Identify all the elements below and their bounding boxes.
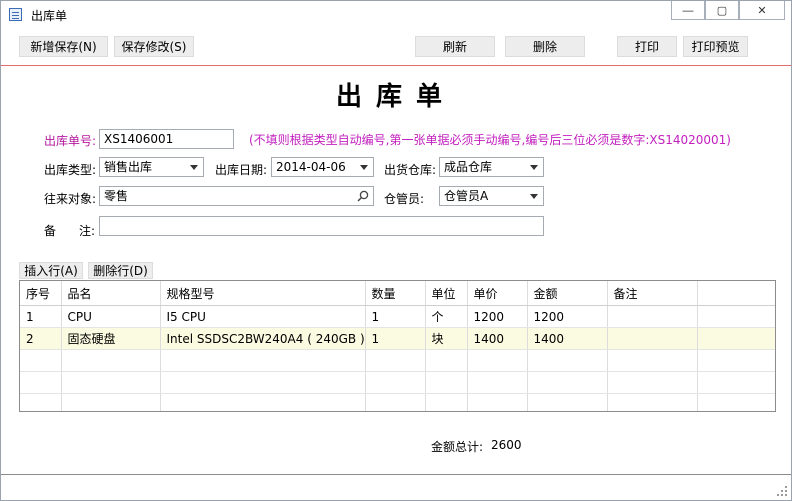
cell-filler	[697, 327, 775, 350]
save-edit-button[interactable]: 保存修改(S)	[114, 36, 194, 57]
chevron-down-icon	[360, 165, 368, 170]
col-header-name[interactable]: 品名	[61, 281, 161, 306]
cell-price[interactable]: 1200	[467, 305, 528, 328]
col-header-remark[interactable]: 备注	[607, 281, 698, 306]
order-no-hint: (不填则根据类型自动编号,第一张单据必须手动编号,编号后三位必须是数字:XS14…	[249, 133, 731, 147]
total-label: 金额总计:	[431, 440, 484, 454]
cell-unit[interactable]: 块	[425, 327, 468, 350]
cell-qty[interactable]: 1	[365, 305, 426, 328]
partner-value: 零售	[104, 189, 129, 203]
keeper-select[interactable]: 仓管员A	[439, 186, 544, 206]
print-preview-button[interactable]: 打印预览	[683, 36, 748, 57]
date-value: 2014-04-06	[276, 160, 346, 174]
order-no-label: 出库单号:	[44, 134, 97, 148]
col-header-index[interactable]: 序号	[20, 281, 62, 306]
cell-index[interactable]: 1	[20, 305, 62, 328]
cell-remark[interactable]	[607, 327, 698, 350]
remark-input[interactable]	[99, 216, 544, 236]
insert-row-button[interactable]: 插入行(A)	[19, 262, 83, 279]
cell-amount[interactable]: 1400	[527, 327, 608, 350]
grid-header-row: 序号 品名 规格型号 数量 单位 单价 金额 备注	[20, 281, 775, 306]
delete-button[interactable]: 删除	[505, 36, 585, 57]
col-header-qty[interactable]: 数量	[365, 281, 426, 306]
type-select[interactable]: 销售出库	[99, 157, 204, 177]
col-header-filler	[697, 281, 775, 306]
resize-grip-icon[interactable]	[777, 486, 787, 496]
chevron-down-icon	[530, 165, 538, 170]
date-picker[interactable]: 2014-04-06	[271, 157, 374, 177]
cell-index[interactable]: 2	[20, 327, 62, 350]
title-bar[interactable]: 出库单 ― ▢ ✕	[1, 1, 791, 28]
new-save-button[interactable]: 新增保存(N)	[19, 36, 108, 57]
chevron-down-icon	[190, 165, 198, 170]
table-row-selected[interactable]: 2 固态硬盘 Intel SSDSC2BW240A4 ( 240GB ) 1 块…	[20, 327, 775, 350]
status-divider	[1, 474, 791, 475]
items-grid: 序号 品名 规格型号 数量 单位 单价 金额 备注 1 CPU I5 CPU 1	[19, 280, 776, 412]
keeper-label: 仓管员:	[384, 192, 425, 206]
keeper-value: 仓管员A	[444, 189, 489, 203]
close-button[interactable]: ✕	[739, 1, 785, 20]
col-header-unit[interactable]: 单位	[425, 281, 468, 306]
window-controls: ― ▢ ✕	[671, 1, 785, 21]
app-window-icon	[9, 8, 22, 21]
partner-label: 往来对象:	[44, 192, 97, 206]
cell-spec[interactable]: Intel SSDSC2BW240A4 ( 240GB )	[160, 327, 366, 350]
cell-remark[interactable]	[607, 305, 698, 328]
type-value: 销售出库	[104, 160, 153, 174]
chevron-down-icon	[530, 194, 538, 199]
print-button[interactable]: 打印	[617, 36, 677, 57]
warehouse-select[interactable]: 成品仓库	[439, 157, 544, 177]
table-row[interactable]: 1 CPU I5 CPU 1 个 1200 1200	[20, 305, 775, 328]
cell-price[interactable]: 1400	[467, 327, 528, 350]
col-header-amount[interactable]: 金额	[527, 281, 608, 306]
remark-label-part1: 备	[44, 224, 57, 238]
delete-row-button[interactable]: 删除行(D)	[88, 262, 153, 279]
cell-unit[interactable]: 个	[425, 305, 468, 328]
warehouse-value: 成品仓库	[444, 160, 493, 174]
table-row-empty[interactable]	[20, 349, 775, 372]
col-header-spec[interactable]: 规格型号	[160, 281, 366, 306]
table-row-empty[interactable]	[20, 371, 775, 394]
total-value: 2600	[491, 438, 522, 452]
cell-amount[interactable]: 1200	[527, 305, 608, 328]
search-icon[interactable]	[357, 190, 369, 202]
minimize-button[interactable]: ―	[671, 1, 705, 20]
cell-name[interactable]: 固态硬盘	[61, 327, 161, 350]
cell-filler	[697, 305, 775, 328]
warehouse-label: 出货仓库:	[384, 163, 437, 177]
remark-label-part2: 注:	[79, 224, 96, 238]
order-no-input[interactable]: XS1406001	[99, 129, 234, 149]
col-header-price[interactable]: 单价	[467, 281, 528, 306]
main-window: 出库单 ― ▢ ✕ 新增保存(N) 保存修改(S) 刷新 删除 打印 打印预览 …	[0, 0, 792, 501]
date-label: 出库日期:	[215, 163, 268, 177]
window-title: 出库单	[31, 9, 68, 23]
partner-input[interactable]: 零售	[99, 186, 374, 206]
cell-qty[interactable]: 1	[365, 327, 426, 350]
cell-name[interactable]: CPU	[61, 305, 161, 328]
maximize-button[interactable]: ▢	[705, 1, 739, 20]
table-row-empty[interactable]	[20, 393, 775, 411]
form-title: 出库单	[335, 82, 456, 112]
cell-spec[interactable]: I5 CPU	[160, 305, 366, 328]
type-label: 出库类型:	[44, 163, 97, 177]
refresh-button[interactable]: 刷新	[415, 36, 495, 57]
toolbar: 新增保存(N) 保存修改(S) 刷新 删除 打印 打印预览	[1, 29, 791, 66]
